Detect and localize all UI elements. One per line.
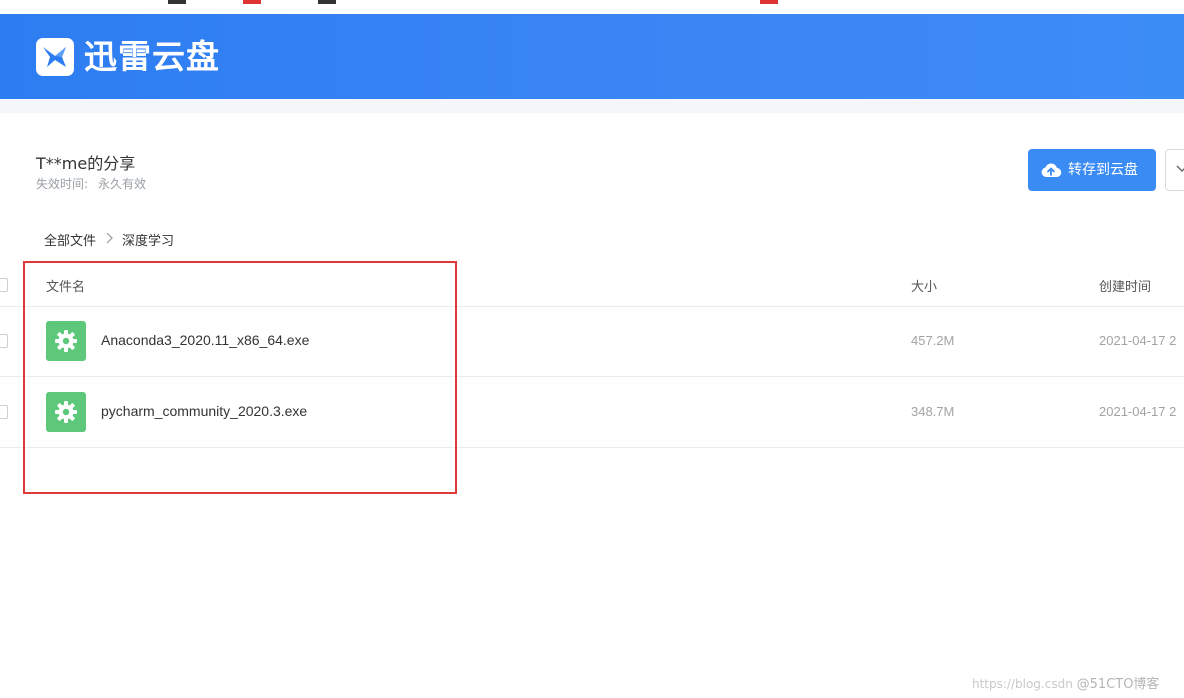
file-size: 348.7M: [911, 404, 955, 419]
share-title: T**me的分享: [36, 154, 136, 173]
chevron-down-icon: [1176, 165, 1184, 172]
row-checkbox[interactable]: [0, 405, 8, 419]
file-created: 2021-04-17 2: [1099, 404, 1177, 419]
breadcrumb-item-current: 深度学习: [122, 234, 175, 249]
column-header-size[interactable]: 大小: [911, 276, 937, 295]
watermark-site: @51CTO博客: [1076, 677, 1160, 692]
header-shadow-bar: [0, 99, 1184, 113]
save-button-label: 转存到云盘: [1068, 162, 1138, 178]
brand-name[interactable]: 迅雷云盘: [84, 36, 220, 78]
strip-mark: [318, 0, 336, 4]
watermark: https://blog.csdn @51CTO博客: [972, 673, 1159, 692]
app-header: 迅雷云盘: [0, 14, 1184, 99]
top-strip: [0, 0, 1184, 15]
highlight-annotation-box: [23, 261, 457, 494]
file-size: 457.2M: [911, 333, 955, 348]
row-checkbox[interactable]: [0, 334, 8, 348]
column-header-created[interactable]: 创建时间: [1099, 276, 1151, 295]
expire-label: 失效时间:: [36, 177, 89, 191]
strip-mark: [243, 0, 261, 4]
expire-info: 失效时间: 永久有效: [36, 175, 146, 192]
file-created: 2021-04-17 2: [1099, 333, 1177, 348]
more-options-button[interactable]: [1165, 149, 1184, 191]
chevron-right-icon: [106, 232, 113, 248]
cloud-upload-icon: [1041, 163, 1062, 178]
thunder-bird-icon[interactable]: [36, 38, 74, 76]
watermark-url: https://blog.csdn: [972, 677, 1073, 691]
breadcrumb-item-all-files[interactable]: 全部文件: [44, 230, 96, 249]
expire-value: 永久有效: [98, 177, 147, 191]
breadcrumb: 全部文件 深度学习: [44, 230, 174, 249]
save-to-cloud-button[interactable]: 转存到云盘: [1028, 149, 1156, 191]
strip-mark: [760, 0, 778, 4]
strip-mark: [168, 0, 186, 4]
select-all-checkbox[interactable]: [0, 278, 8, 292]
